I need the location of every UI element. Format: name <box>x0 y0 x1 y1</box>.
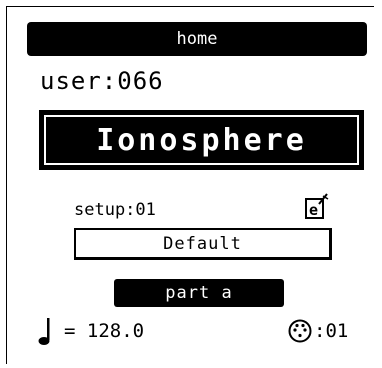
header-bar[interactable]: home <box>27 22 367 56</box>
header-title: home <box>176 29 218 49</box>
svg-text:e: e <box>309 201 318 219</box>
part-selector[interactable]: part a <box>114 279 284 307</box>
setup-name-field[interactable]: Default <box>74 228 332 260</box>
setup-name-value: Default <box>163 233 242 254</box>
midi-channel-display[interactable]: :01 <box>288 318 348 344</box>
quarter-note-icon <box>38 318 50 345</box>
edit-document-icon[interactable]: e <box>305 192 329 220</box>
tempo-display[interactable]: = 128.0 <box>38 316 144 346</box>
setup-label: setup:01 <box>74 200 156 220</box>
tempo-value: = 128.0 <box>64 320 145 342</box>
preset-name-box[interactable]: Ionosphere <box>39 110 364 170</box>
midi-port-icon <box>288 319 312 343</box>
preset-name: Ionosphere <box>44 115 359 165</box>
midi-channel-value: :01 <box>314 320 349 342</box>
device-screen <box>6 6 374 364</box>
part-label: part a <box>165 283 233 303</box>
user-label: user:066 <box>40 67 164 95</box>
